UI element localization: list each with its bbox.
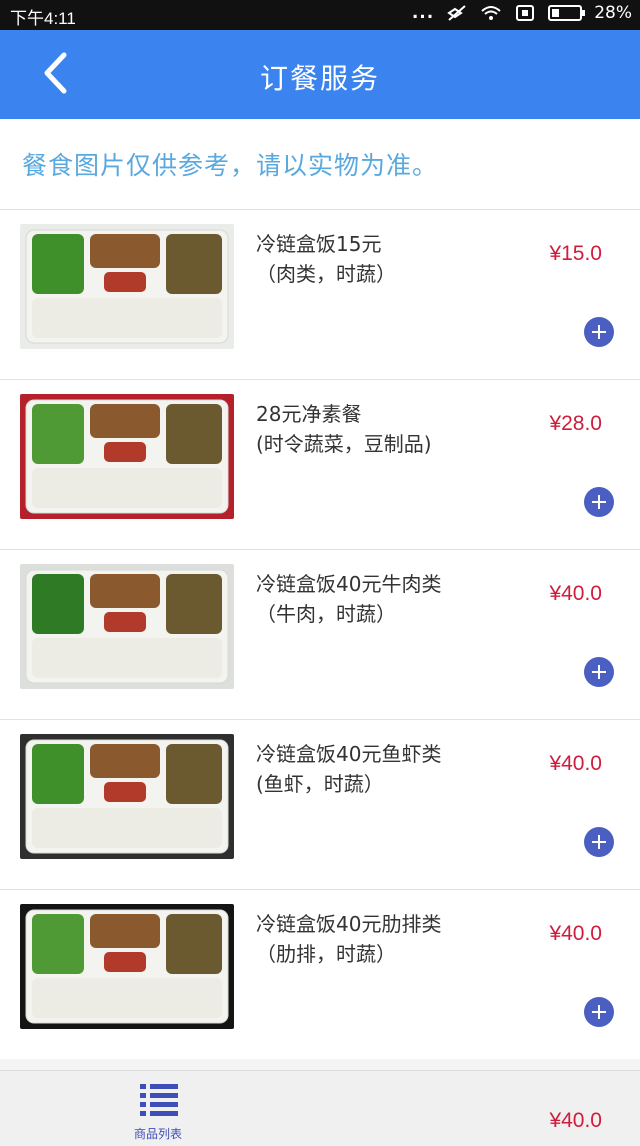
meal-name: 冷链盒饭40元鱼虾类 bbox=[256, 742, 442, 766]
list-item[interactable]: 冷链盒饭40元牛肉类 （牛肉，时蔬） ¥40.0 bbox=[0, 549, 640, 719]
list-icon bbox=[140, 1084, 178, 1116]
list-item[interactable]: 冷链盒饭40元肋排类 （肋排，时蔬） ¥40.0 bbox=[0, 889, 640, 1059]
meal-description: （牛肉，时蔬） bbox=[256, 602, 396, 626]
meal-price: ¥40.0 bbox=[549, 1109, 602, 1132]
status-icons: ... 28% bbox=[412, 3, 632, 23]
battery-icon bbox=[548, 5, 586, 21]
meal-price: ¥40.0 bbox=[549, 752, 602, 775]
notification-dots: ... bbox=[411, 3, 435, 23]
meal-description: （肉类，时蔬） bbox=[256, 262, 396, 286]
add-to-cart-button[interactable] bbox=[584, 827, 614, 857]
notice-text: 餐食图片仅供参考，请以实物为准。 bbox=[22, 151, 439, 180]
meal-tray-illustration bbox=[25, 229, 229, 344]
add-to-cart-button[interactable] bbox=[584, 317, 614, 347]
meal-price: ¥15.0 bbox=[549, 242, 602, 265]
meal-image bbox=[20, 734, 234, 859]
meal-description: (时令蔬菜，豆制品) bbox=[256, 432, 432, 456]
meal-tray-illustration bbox=[25, 739, 229, 854]
notice-banner: 餐食图片仅供参考，请以实物为准。 bbox=[0, 119, 640, 209]
list-item[interactable]: 冷链盒饭15元 （肉类，时蔬） ¥15.0 bbox=[0, 209, 640, 379]
meal-description: （肋排，时蔬） bbox=[256, 942, 396, 966]
meal-name: 冷链盒饭40元牛肉类 bbox=[256, 572, 442, 596]
status-bar: 下午4:11 ... 28% bbox=[0, 0, 640, 30]
status-time: 下午4:11 bbox=[10, 9, 76, 28]
battery-percent: 28% bbox=[594, 3, 632, 23]
tab-label: 商品列表 bbox=[133, 1127, 182, 1141]
meal-price: ¥40.0 bbox=[549, 922, 602, 945]
wifi-icon bbox=[481, 6, 501, 20]
meal-name: 28元净素餐 bbox=[256, 402, 362, 426]
add-to-cart-button[interactable] bbox=[584, 997, 614, 1027]
meal-tray-illustration bbox=[25, 909, 229, 1024]
meal-description: (鱼虾，时蔬） bbox=[256, 772, 384, 796]
bottom-tab-bar: 商品列表 ¥40.0 bbox=[0, 1070, 640, 1146]
meal-tray-illustration bbox=[25, 399, 229, 514]
meal-list: 冷链盒饭15元 （肉类，时蔬） ¥15.0 28元净素餐 (时令蔬菜，豆制品) … bbox=[0, 209, 640, 1059]
meal-name: 冷链盒饭15元 bbox=[256, 232, 382, 256]
tab-product-list[interactable]: 商品列表 bbox=[118, 1079, 198, 1143]
list-item[interactable]: 冷链盒饭40元鱼虾类 (鱼虾，时蔬） ¥40.0 bbox=[0, 719, 640, 889]
add-to-cart-button[interactable] bbox=[584, 487, 614, 517]
meal-price: ¥28.0 bbox=[549, 412, 602, 435]
list-item[interactable]: 28元净素餐 (时令蔬菜，豆制品) ¥28.0 bbox=[0, 379, 640, 549]
meal-image bbox=[20, 564, 234, 689]
sim-icon bbox=[516, 5, 535, 21]
mute-icon bbox=[447, 5, 466, 21]
add-to-cart-button[interactable] bbox=[584, 657, 614, 687]
meal-price: ¥40.0 bbox=[549, 582, 602, 605]
app-header: 订餐服务 bbox=[0, 30, 640, 119]
meal-tray-illustration bbox=[25, 569, 229, 684]
meal-image bbox=[20, 904, 234, 1029]
meal-image bbox=[20, 394, 234, 519]
meal-name: 冷链盒饭40元肋排类 bbox=[256, 912, 442, 936]
page-title: 订餐服务 bbox=[259, 62, 380, 95]
meal-image bbox=[20, 224, 234, 349]
